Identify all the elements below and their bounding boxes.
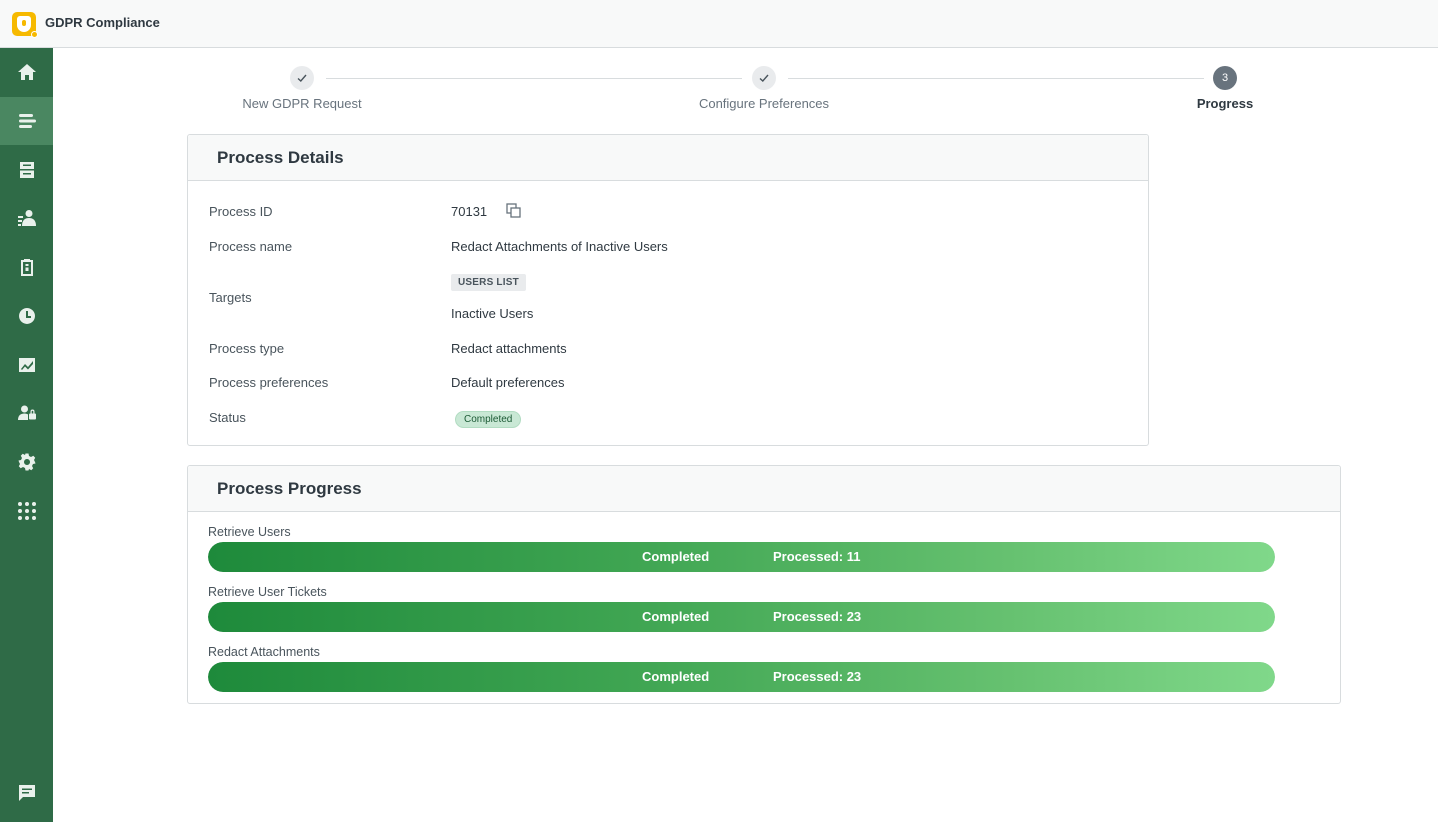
progress-status: Completed (642, 669, 710, 684)
detail-label: Process name (209, 239, 293, 254)
status-badge: Completed (455, 411, 522, 428)
step-label: New GDPR Request (242, 96, 362, 111)
app-title: GDPR Compliance (45, 15, 160, 30)
gear-icon (18, 453, 35, 471)
clock-icon (18, 308, 35, 324)
detail-label: Targets (209, 290, 252, 305)
apps-grid-icon (17, 502, 36, 520)
card-title: Process Progress (217, 478, 362, 498)
process-type-value: Redact attachments (451, 341, 567, 356)
sidebar-item-schedule[interactable] (0, 292, 53, 340)
detail-label: Process type (209, 341, 285, 356)
targets-tag: USERS LIST (451, 274, 526, 291)
progress-processed: Processed: 11 (773, 549, 861, 564)
progress-fill (208, 662, 1275, 692)
check-icon (752, 66, 776, 90)
chat-icon (18, 785, 35, 801)
process-id-value: 70131 (451, 204, 488, 219)
step-new-gdpr-request[interactable]: New GDPR Request (202, 64, 402, 111)
inactive-users-link[interactable]: Inactive Users (451, 306, 533, 321)
detail-label: Process ID (209, 204, 273, 219)
sidebar-item-reports[interactable] (0, 341, 53, 389)
sidebar (0, 48, 53, 822)
step-progress[interactable]: 3 Progress (1125, 64, 1325, 111)
archive-icon (19, 162, 34, 178)
copy-icon[interactable] (505, 202, 523, 220)
step-label: Progress (1196, 96, 1254, 111)
sidebar-item-access[interactable] (0, 389, 53, 437)
detail-label: Status (209, 410, 246, 425)
progress-status: Completed (642, 609, 710, 624)
progress-label: Retrieve User Tickets (208, 585, 327, 599)
sidebar-item-feedback[interactable] (0, 769, 53, 817)
sidebar-item-archive[interactable] (0, 146, 53, 194)
progress-processed: Processed: 23 (773, 609, 862, 624)
requests-icon (18, 114, 36, 128)
sidebar-item-users[interactable] (0, 194, 53, 242)
progress-processed: Processed: 23 (773, 669, 862, 684)
step-label: Configure Preferences (698, 96, 830, 111)
process-name-value: Redact Attachments of Inactive Users (451, 239, 668, 254)
sidebar-item-home[interactable] (0, 48, 53, 96)
sidebar-item-settings[interactable] (0, 438, 53, 486)
chart-icon (18, 358, 35, 372)
home-icon (17, 64, 36, 80)
step-configure-preferences[interactable]: Configure Preferences (664, 64, 864, 111)
sidebar-item-clipboard[interactable] (0, 243, 53, 291)
user-lock-icon (17, 405, 36, 420)
progress-bar: Completed Processed: 23 (208, 662, 1275, 692)
default-preferences-link[interactable]: Default preferences (451, 375, 564, 390)
progress-fill (208, 602, 1275, 632)
card-title: Process Details (217, 147, 344, 167)
progress-bar: Completed Processed: 23 (208, 602, 1275, 632)
stepper: New GDPR Request Configure Preferences 3… (186, 64, 1266, 120)
sidebar-item-requests[interactable] (0, 97, 53, 145)
process-progress-card: Process Progress Retrieve Users Complete… (187, 465, 1341, 704)
progress-fill (208, 542, 1275, 572)
detail-label: Process preferences (209, 375, 329, 390)
shield-user-icon (12, 12, 38, 38)
sidebar-item-apps[interactable] (0, 487, 53, 535)
top-bar: GDPR Compliance (0, 0, 1438, 48)
process-details-card: Process Details Process ID 70131 Process… (187, 134, 1149, 446)
card-header: Process Progress (188, 466, 1340, 512)
clipboard-icon (20, 259, 33, 276)
check-icon (290, 66, 314, 90)
progress-status: Completed (642, 549, 710, 564)
progress-label: Retrieve Users (208, 525, 291, 539)
user-list-icon (17, 210, 36, 226)
progress-label: Redact Attachments (208, 645, 320, 659)
card-header: Process Details (188, 135, 1148, 181)
step-number: 3 (1213, 66, 1237, 90)
progress-bar: Completed Processed: 11 (208, 542, 1275, 572)
